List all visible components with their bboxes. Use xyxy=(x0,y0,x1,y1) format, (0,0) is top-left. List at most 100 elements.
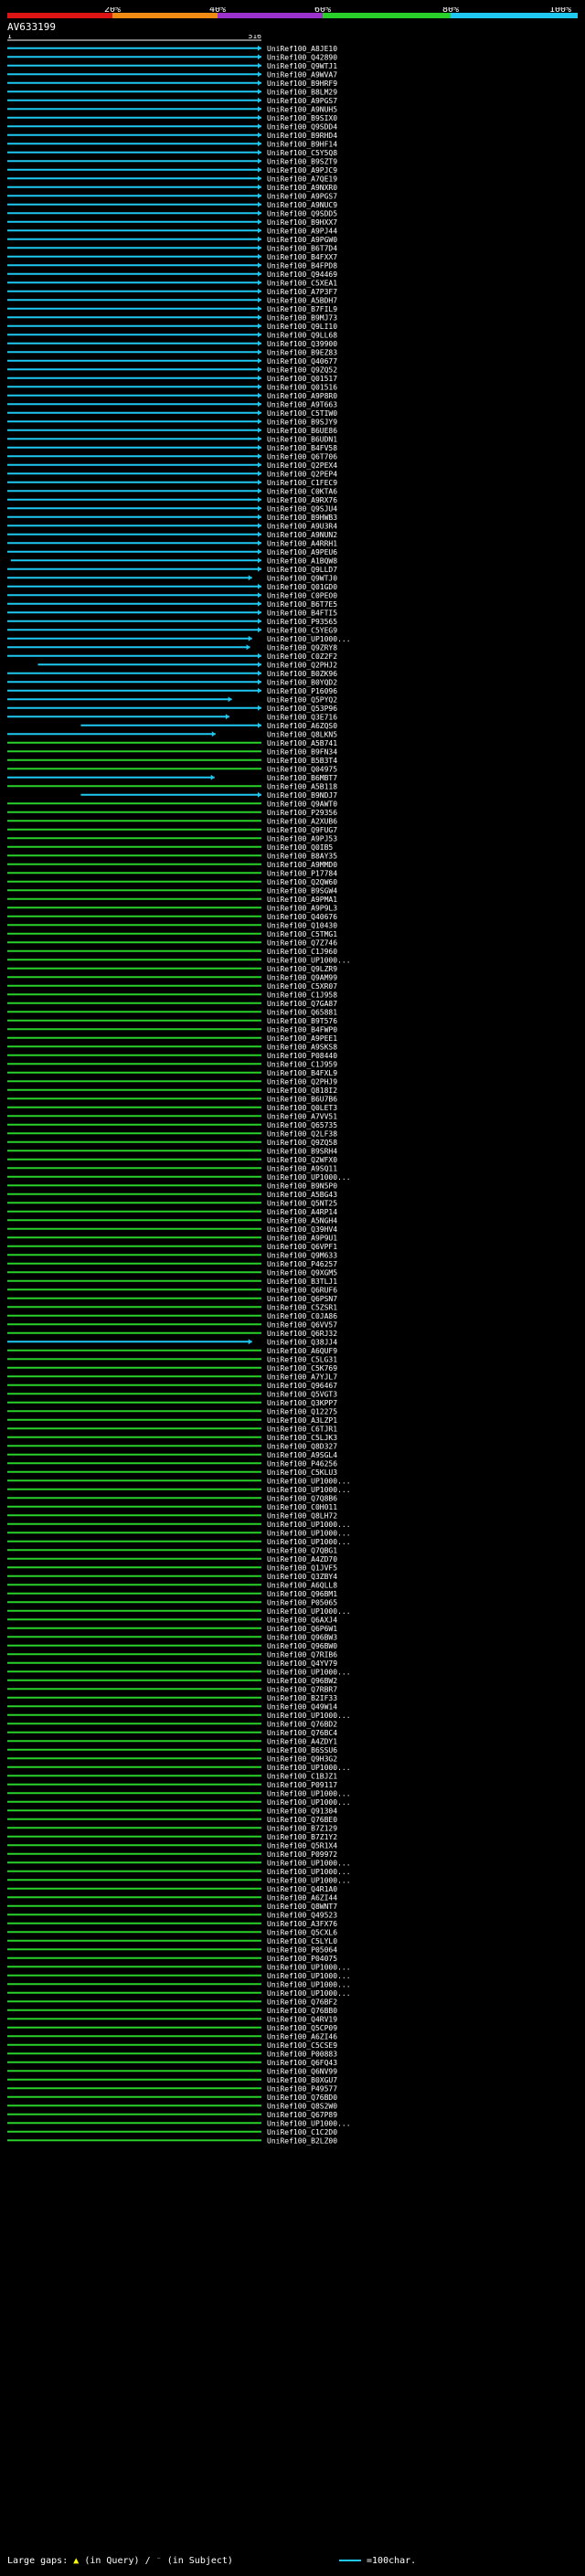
hit-label[interactable]: UniRef100_Q96BM1 xyxy=(267,1590,337,1598)
hit-label[interactable]: UniRef100_B2LZ00 xyxy=(267,2136,337,2145)
hit-label[interactable]: UniRef100_A5NGH4 xyxy=(267,1216,337,1224)
hit-row[interactable]: UniRef100_Q49523 xyxy=(7,1911,337,1919)
hit-label[interactable]: UniRef100_Q40676 xyxy=(267,913,337,921)
hit-row[interactable]: UniRef100_C5LYL0 xyxy=(7,1937,337,1945)
hit-label[interactable]: UniRef100_Q9ZQ52 xyxy=(267,366,337,374)
hit-label[interactable]: UniRef100_A9PGS7 xyxy=(267,192,337,200)
hit-label[interactable]: UniRef100_B0YQD2 xyxy=(267,678,337,686)
hit-label[interactable]: UniRef100_C1C2D0 xyxy=(267,2128,337,2136)
hit-label[interactable]: UniRef100_Q2WFX0 xyxy=(267,1156,337,1164)
hit-row[interactable]: UniRef100_B9SJY9 xyxy=(7,418,337,426)
hit-row[interactable]: UniRef100_B4FPD8 xyxy=(7,261,337,270)
hit-row[interactable]: UniRef100_A9WVA7 xyxy=(7,70,337,79)
hit-row[interactable]: UniRef100_Q76BB0 xyxy=(7,2007,337,2015)
hit-row[interactable]: UniRef100_P05065 xyxy=(7,1598,337,1606)
hit-label[interactable]: UniRef100_Q6AXJ4 xyxy=(267,1616,337,1624)
hit-label[interactable]: UniRef100_P05064 xyxy=(267,1945,337,1954)
hit-row[interactable]: UniRef100_Q0IB5 xyxy=(7,843,333,852)
hit-label[interactable]: UniRef100_B9RHD4 xyxy=(267,132,337,140)
hit-label[interactable]: UniRef100_A6QLL8 xyxy=(267,1581,337,1589)
hit-label[interactable]: UniRef100_Q9ZQ58 xyxy=(267,1139,337,1147)
hit-row[interactable]: UniRef100_C5ZSR1 xyxy=(7,1303,337,1311)
hit-label[interactable]: UniRef100_Q01GD0 xyxy=(267,583,337,591)
hit-row[interactable]: UniRef100_P08440 xyxy=(7,1052,337,1060)
hit-row[interactable]: UniRef100_B0YQD2 xyxy=(7,678,337,686)
hit-row[interactable]: UniRef100_UP1000... xyxy=(7,1876,351,1884)
hit-label[interactable]: UniRef100_B6T7E5 xyxy=(267,600,337,609)
hit-label[interactable]: UniRef100_UP1000... xyxy=(267,1798,351,1807)
hit-label[interactable]: UniRef100_B5B3T4 xyxy=(267,757,337,765)
hit-row[interactable]: UniRef100_Q38JJ4 xyxy=(7,1338,337,1346)
hit-row[interactable]: UniRef100_UP1000... xyxy=(7,1521,351,1529)
hit-label[interactable]: UniRef100_B9FN34 xyxy=(267,747,337,756)
hit-label[interactable]: UniRef100_Q4R1A0 xyxy=(267,1885,337,1893)
hit-label[interactable]: UniRef100_Q49W14 xyxy=(267,1702,337,1711)
hit-row[interactable]: UniRef100_A5B741 xyxy=(7,739,337,747)
hit-label[interactable]: UniRef100_A9P9U1 xyxy=(267,1234,337,1242)
hit-label[interactable]: UniRef100_B4FXL9 xyxy=(267,1069,337,1077)
hit-label[interactable]: UniRef100_Q76BE0 xyxy=(267,1816,337,1824)
hit-label[interactable]: UniRef100_B9T576 xyxy=(267,1017,337,1025)
hit-row[interactable]: UniRef100_UP1000... xyxy=(7,2119,351,2127)
hit-label[interactable]: UniRef100_Q9AM99 xyxy=(267,973,337,981)
hit-label[interactable]: UniRef100_Q53P96 xyxy=(267,705,337,713)
hit-row[interactable]: UniRef100_C0KTA6 xyxy=(7,487,337,495)
hit-row[interactable]: UniRef100_A9T663 xyxy=(7,400,337,408)
hit-label[interactable]: UniRef100_C1J958 xyxy=(267,991,337,999)
hit-row[interactable]: UniRef100_Q96BM1 xyxy=(7,1590,337,1598)
hit-row[interactable]: UniRef100_Q9XGM5 xyxy=(7,1268,337,1277)
hit-row[interactable]: UniRef100_A3FX76 xyxy=(7,1920,337,1928)
hit-label[interactable]: UniRef100_Q9SDD5 xyxy=(267,209,337,217)
hit-label[interactable]: UniRef100_Q96467 xyxy=(267,1382,337,1390)
hit-label[interactable]: UniRef100_Q5CP09 xyxy=(267,2024,337,2032)
hit-row[interactable]: UniRef100_Q2WFX0 xyxy=(7,1156,337,1164)
hit-row[interactable]: UniRef100_A7YJL7 xyxy=(7,1373,337,1381)
hit-row[interactable]: UniRef100_C1BJZ1 xyxy=(7,1772,337,1780)
hit-row[interactable]: UniRef100_Q3KPP7 xyxy=(7,1399,337,1407)
hit-label[interactable]: UniRef100_UP1000... xyxy=(267,1989,351,1998)
hit-row[interactable]: UniRef100_A6ZI44 xyxy=(7,1893,337,1902)
hit-row[interactable]: UniRef100_Q96467 xyxy=(7,1382,337,1390)
hit-row[interactable]: UniRef100_Q76BC4 xyxy=(7,1729,337,1737)
hit-label[interactable]: UniRef100_Q76BD0 xyxy=(267,2094,337,2102)
hit-row[interactable]: UniRef100_A9NUH5 xyxy=(7,105,337,113)
hit-label[interactable]: UniRef100_Q9LI10 xyxy=(267,323,337,331)
hit-row[interactable]: UniRef100_C1J958 xyxy=(7,991,337,999)
hit-label[interactable]: UniRef100_P09972 xyxy=(267,1850,337,1859)
hit-label[interactable]: UniRef100_P49577 xyxy=(267,2084,337,2093)
hit-row[interactable]: UniRef100_C1J960 xyxy=(7,948,337,956)
hit-label[interactable]: UniRef100_B9MJ73 xyxy=(267,313,337,322)
hit-label[interactable]: UniRef100_UP1000... xyxy=(267,1963,351,1971)
hit-row[interactable]: UniRef100_C5YEG9 xyxy=(7,626,337,634)
hit-row[interactable]: UniRef100_A5BDH7 xyxy=(7,296,337,304)
hit-row[interactable]: UniRef100_Q9SDD5 xyxy=(7,209,337,217)
hit-row[interactable]: UniRef100_B9SRH4 xyxy=(7,1147,337,1155)
hit-row[interactable]: UniRef100_UP1000... xyxy=(7,1789,351,1797)
hit-row[interactable]: UniRef100_B9NDJ7 xyxy=(80,791,337,800)
hit-row[interactable]: UniRef100_P09117 xyxy=(7,1781,337,1789)
hit-row[interactable]: UniRef100_Q8S2W0 xyxy=(7,2102,337,2110)
hit-row[interactable]: UniRef100_Q40676 xyxy=(7,913,337,921)
hit-row[interactable]: UniRef100_Q65881 xyxy=(7,1008,337,1016)
hit-row[interactable]: UniRef100_Q4YV79 xyxy=(7,1659,337,1668)
hit-label[interactable]: UniRef100_Q01516 xyxy=(267,383,337,391)
hit-row[interactable]: UniRef100_Q9LL68 xyxy=(7,331,337,339)
hit-label[interactable]: UniRef100_Q5CXL6 xyxy=(267,1928,337,1936)
hit-label[interactable]: UniRef100_Q9SDD4 xyxy=(267,122,337,131)
hit-row[interactable]: UniRef100_Q9ZQ58 xyxy=(7,1139,337,1147)
hit-label[interactable]: UniRef100_C5YEG9 xyxy=(267,626,337,634)
hit-label[interactable]: UniRef100_A4ZD70 xyxy=(267,1555,337,1564)
hit-row[interactable]: UniRef100_Q9SDD4 xyxy=(7,122,337,131)
hit-row[interactable]: UniRef100_Q4R1A0 xyxy=(7,1885,337,1893)
hit-label[interactable]: UniRef100_B8AY35 xyxy=(267,852,337,860)
hit-row[interactable]: UniRef100_Q0LET3 xyxy=(7,1104,337,1112)
hit-label[interactable]: UniRef100_UP1000... xyxy=(267,1477,351,1485)
hit-row[interactable]: UniRef100_B2LZ00 xyxy=(7,2136,337,2145)
hit-label[interactable]: UniRef100_Q04975 xyxy=(267,765,337,773)
hit-row[interactable]: UniRef100_Q4RV19 xyxy=(7,2015,337,2023)
hit-row[interactable]: UniRef100_Q9WTJ1 xyxy=(7,62,337,70)
hit-row[interactable]: UniRef100_P04075 xyxy=(7,1955,337,1963)
hit-label[interactable]: UniRef100_A1BQW8 xyxy=(267,557,337,565)
hit-label[interactable]: UniRef100_Q5NT25 xyxy=(267,1199,337,1207)
hit-label[interactable]: UniRef100_C1FEC9 xyxy=(267,479,337,487)
